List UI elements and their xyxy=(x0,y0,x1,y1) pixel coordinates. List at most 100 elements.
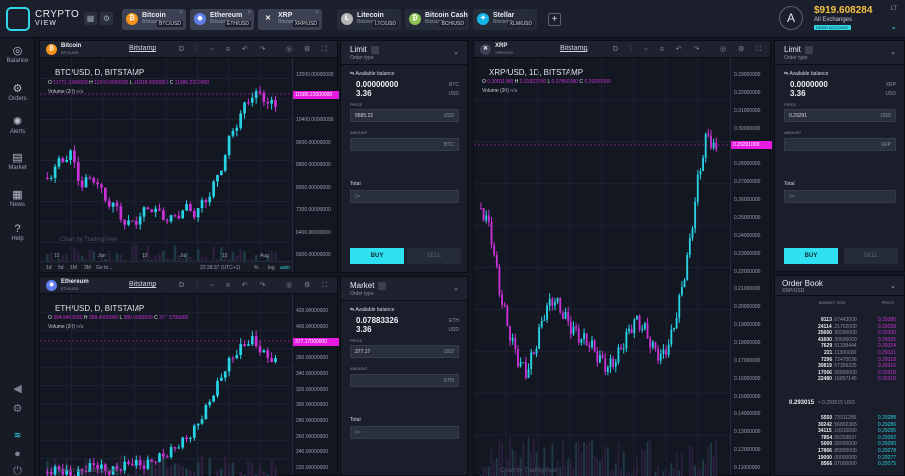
sell-button[interactable]: SELL xyxy=(844,248,898,264)
order-type-header[interactable]: Limit Order type ⌄ xyxy=(775,41,904,65)
xrp-exchange-link[interactable]: Bitstamp xyxy=(560,45,587,52)
range-button[interactable]: 3M xyxy=(84,265,91,271)
total-input[interactable]: 0= xyxy=(350,190,459,203)
order-size-decimals: .91338444 xyxy=(833,343,857,350)
order-book-row[interactable]: 17066.00800000 0.29318 xyxy=(775,370,904,376)
info-icon[interactable] xyxy=(370,45,379,54)
order-book-row[interactable]: 41600.30696000 0.29325 xyxy=(775,337,904,343)
order-type-header[interactable]: Limit Order type ⌄ xyxy=(341,41,467,65)
candle xyxy=(561,312,564,319)
sidebar-item-orders[interactable]: ⚙ Orders xyxy=(0,82,35,102)
order-book-header[interactable]: Order Book XRP/USD ⌄ xyxy=(775,276,904,296)
balance-coin: 0.07883326 xyxy=(356,316,399,325)
gear-icon[interactable]: ⚙ xyxy=(10,402,25,415)
eth-price-chart[interactable]: Chart by TradingView xyxy=(40,294,292,476)
tab-bitcoin[interactable]: ₿ Bitcoin Bitstamp BTC/USD × xyxy=(122,9,186,30)
range-button[interactable]: 5d xyxy=(58,265,64,271)
avatar[interactable]: A xyxy=(779,6,803,30)
chevron-down-icon[interactable]: ⌄ xyxy=(890,48,896,56)
xrp-price-chart[interactable]: Chart by TradingView xyxy=(474,58,730,476)
close-icon[interactable]: × xyxy=(179,10,183,16)
order-book-row[interactable]: 221.11300000 0.29321 xyxy=(775,350,904,356)
amount-input[interactable]: XRP xyxy=(784,138,896,151)
order-book-row[interactable]: 17866.85800000 0.29278 xyxy=(775,448,904,454)
chevron-down-icon[interactable]: ⌄ xyxy=(453,284,459,292)
tab-stellar[interactable]: ✦ Stellar Bitstamp XLM/USD xyxy=(473,9,537,30)
total-input[interactable]: 0= xyxy=(784,190,896,203)
order-book-row[interactable]: 5000.00000000 0.29280 xyxy=(775,441,904,447)
order-book-row[interactable]: 8566.07000000 0.29275 xyxy=(775,461,904,467)
tab-xrp[interactable]: ✕ XRP Bitstamp XRP/USD × xyxy=(258,9,322,30)
sidebar-item-label: Orders xyxy=(8,96,27,102)
scale-option[interactable]: log xyxy=(268,265,275,271)
range-button[interactable]: 1d xyxy=(46,265,52,271)
xrp-camera-icon[interactable]: ◎ ⚙ ⛶ xyxy=(720,45,766,54)
order-book-row[interactable]: 7629.91338444 0.29324 xyxy=(775,343,904,349)
eth-exchange-link[interactable]: Bitstamp xyxy=(129,281,156,288)
candle xyxy=(614,362,617,367)
price-input[interactable]: 0.29291 USD xyxy=(784,109,896,122)
order-book-row[interactable]: 5550.73311256 0.29288 xyxy=(775,415,904,421)
amount-input[interactable]: ETH xyxy=(350,374,459,387)
tab-litecoin[interactable]: Ł Litecoin Bitstamp LTC/USD xyxy=(337,9,401,30)
candle xyxy=(223,371,227,378)
order-book-row[interactable]: 24114.21752000 0.29339 xyxy=(775,324,904,330)
range-button[interactable]: Go to... xyxy=(96,265,112,271)
btc-exchange-link[interactable]: Bitstamp xyxy=(129,45,156,52)
order-book-row[interactable]: 7296.72475036 0.29318 xyxy=(775,357,904,363)
sell-button[interactable]: SELL xyxy=(407,248,461,264)
scale-option[interactable]: auto xyxy=(280,265,290,271)
order-book-row[interactable]: 8113.67443000 0.29380 xyxy=(775,317,904,323)
xrp-chart-tools[interactable]: D ⫶ ∼ ≋ ↶ ↷ xyxy=(613,45,704,54)
sidebar-item-help[interactable]: ? Help xyxy=(0,223,35,242)
order-book-row[interactable]: 30819.57356325 0.29316 xyxy=(775,363,904,369)
btc-camera-icon[interactable]: ◎ ⚙ ⛶ xyxy=(286,45,332,54)
eth-chart-tools[interactable]: D ⫶ ∼ ≋ ↶ ↷ xyxy=(179,281,270,290)
volume-bar xyxy=(490,449,493,476)
order-book-row[interactable]: 22480.15857145 0.29316 xyxy=(775,376,904,382)
buy-button[interactable]: BUY xyxy=(784,248,838,264)
sidebar-item-market[interactable]: ▤ Market xyxy=(0,151,35,171)
order-book-row[interactable]: 7854.56203837 0.29282 xyxy=(775,435,904,441)
order-book-row[interactable]: 30242.56802383 0.29286 xyxy=(775,422,904,428)
total-input[interactable]: 0= xyxy=(350,426,459,439)
scale-option[interactable]: % xyxy=(254,265,258,271)
chevron-down-icon[interactable]: ⌄ xyxy=(890,22,897,31)
candle xyxy=(680,287,683,296)
volume-bar xyxy=(572,468,575,476)
eth-camera-icon[interactable]: ◎ ⚙ ⛶ xyxy=(286,281,332,290)
price-input[interactable]: 377.17 USD xyxy=(350,345,459,358)
price-input[interactable]: 9585.22 USD xyxy=(350,109,459,122)
close-icon[interactable]: × xyxy=(315,10,319,16)
candle xyxy=(196,208,200,218)
order-type-header[interactable]: Market Order type ⌄ xyxy=(341,277,467,301)
add-tab-button[interactable]: + xyxy=(548,13,561,26)
chevron-down-icon[interactable]: ⌄ xyxy=(890,282,896,290)
chevron-down-icon[interactable]: ⌄ xyxy=(453,48,459,56)
amount-input[interactable]: BTC xyxy=(350,138,459,151)
range-button[interactable]: 1M xyxy=(70,265,77,271)
btc-chart-tools[interactable]: D ⫶ ∼ ≋ ↶ ↷ xyxy=(179,45,270,54)
settings-icon[interactable]: ⚙ xyxy=(100,12,113,25)
btc-price-chart[interactable]: 15 Jun 15 Jul 15 Aug Chart by TradingView xyxy=(40,58,292,263)
layout-icon[interactable]: ▦ xyxy=(84,12,97,25)
logout-icon[interactable]: ⏻ xyxy=(10,465,25,476)
buy-button[interactable]: BUY xyxy=(350,248,404,264)
info-icon[interactable] xyxy=(378,281,387,290)
megaphone-icon[interactable]: ◀ xyxy=(10,382,25,395)
close-icon[interactable]: × xyxy=(247,10,251,16)
order-book-row[interactable]: 34115.19310000 0.29285 xyxy=(775,428,904,434)
order-book-row[interactable]: 19000.00000000 0.29277 xyxy=(775,455,904,461)
sidebar-item-news[interactable]: ▦ News xyxy=(0,188,35,208)
tab-ethereum[interactable]: ◆ Ethereum Bitstamp ETH/USD × xyxy=(190,9,254,30)
sidebar-item-balance[interactable]: ◎ Balance xyxy=(0,44,35,64)
volume-bar xyxy=(169,465,173,476)
order-book-row[interactable]: 25660.30290000 0.29330 xyxy=(775,330,904,336)
candle xyxy=(606,367,609,373)
order-size: 17866 xyxy=(818,448,832,454)
bolt-icon[interactable]: ● xyxy=(10,448,25,460)
tab-bitcoin-cash[interactable]: ₿ Bitcoin Cash Bitstamp BCH/USD xyxy=(405,9,469,30)
info-icon[interactable] xyxy=(804,45,813,54)
order-size-decimals: .15857145 xyxy=(833,376,857,383)
sidebar-item-alerts[interactable]: ✺ Alerts xyxy=(0,115,35,135)
